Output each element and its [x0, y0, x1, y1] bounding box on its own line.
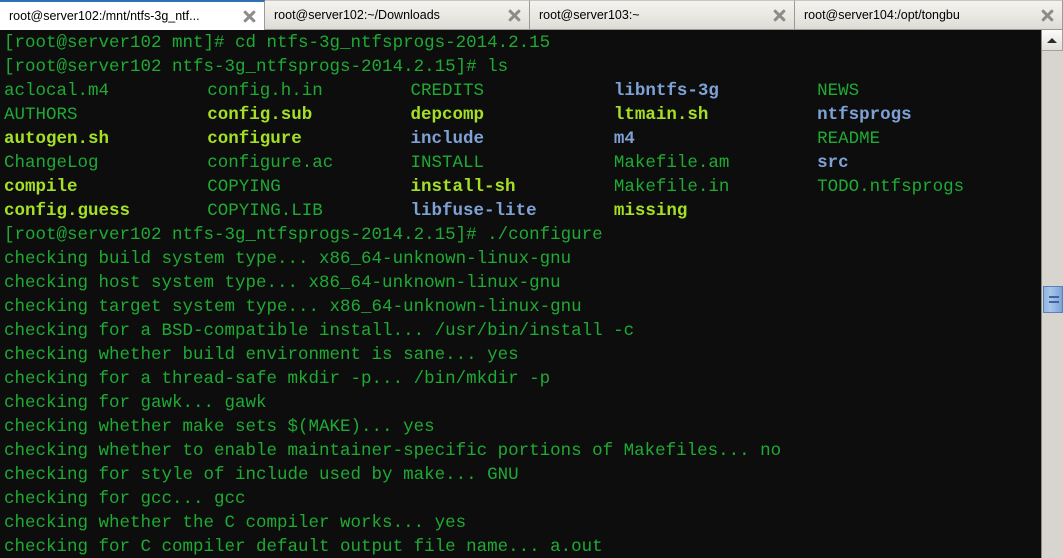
ls-output-row: compile COPYING install-sh Makefile.in TODO.… — [4, 175, 1041, 199]
scrollbar-thumb[interactable] — [1043, 286, 1063, 313]
close-icon[interactable] — [506, 7, 523, 24]
terminal-output-pane[interactable]: [root@server102 mnt]# cd ntfs-3g_ntfspro… — [0, 30, 1041, 558]
terminal-text: checking for gawk... gawk — [4, 393, 267, 413]
terminal-output-line: checking for gcc... gcc — [4, 487, 1041, 511]
ls-entry-dir: src — [817, 153, 849, 173]
ls-entry-file: Makefile.in — [613, 177, 730, 197]
tab-1[interactable]: root@server102:/mnt/ntfs-3g_ntf... — [0, 0, 265, 30]
ls-output-row: autogen.sh configure include m4 README — [4, 127, 1041, 151]
tab-label: root@server104:/opt/tongbu — [804, 8, 960, 22]
terminal-text: checking for style of include used by ma… — [4, 465, 519, 485]
grip-line — [1049, 296, 1059, 298]
ls-entry-exec: compile — [4, 177, 78, 197]
terminal-text: checking whether build environment is sa… — [4, 345, 519, 365]
grip-line — [1049, 301, 1059, 303]
scroll-up-button[interactable] — [1042, 30, 1063, 51]
ls-entry-dir: libntfs-3g — [613, 81, 719, 101]
terminal-text: checking for C compiler default output f… — [4, 537, 603, 557]
tab-label: root@server102:/mnt/ntfs-3g_ntf... — [9, 9, 200, 23]
terminal-output-line: checking host system type... x86_64-unkn… — [4, 271, 1041, 295]
ls-entry-exec: autogen.sh — [4, 129, 110, 149]
vertical-scrollbar[interactable] — [1041, 30, 1063, 558]
terminal-text: checking for a BSD-compatible install...… — [4, 321, 635, 341]
scrollbar-track[interactable] — [1042, 51, 1063, 558]
ls-output-row: config.guess COPYING.LIB libfuse-lite missi… — [4, 199, 1041, 223]
terminal-text: [root@server102 mnt]# cd ntfs-3g_ntfspro… — [4, 33, 551, 53]
terminal-text: checking target system type... x86_64-un… — [4, 297, 582, 317]
terminal-text: checking whether make sets $(MAKE)... ye… — [4, 417, 435, 437]
terminal-output-line: checking for C compiler default output f… — [4, 535, 1041, 558]
terminal-output-line: checking whether build environment is sa… — [4, 343, 1041, 367]
tab-label: root@server102:~/Downloads — [274, 8, 440, 22]
terminal-output-line: checking build system type... x86_64-unk… — [4, 247, 1041, 271]
ls-entry-exec: configure — [207, 129, 302, 149]
terminal-output-line: checking for style of include used by ma… — [4, 463, 1041, 487]
ls-entry-file: configure.ac — [207, 153, 334, 173]
ls-entry-file: README — [817, 129, 881, 149]
ls-entry-exec: config.sub — [207, 105, 313, 125]
ls-entry-dir: m4 — [613, 129, 635, 149]
ls-entry-exec: install-sh — [410, 177, 516, 197]
terminal-output-line: checking whether to enable maintainer-sp… — [4, 439, 1041, 463]
ls-output-row: ChangeLog configure.ac INSTALL Makefile.am s… — [4, 151, 1041, 175]
terminal-output-line: checking for a thread-safe mkdir -p... /… — [4, 367, 1041, 391]
terminal-output-line: checking for gawk... gawk — [4, 391, 1041, 415]
ls-entry-file: COPYING — [207, 177, 281, 197]
ls-entry-file: CREDITS — [410, 81, 485, 101]
terminal-output-line: checking for a BSD-compatible install...… — [4, 319, 1041, 343]
close-icon[interactable] — [241, 8, 258, 25]
ls-entry-dir: libfuse-lite — [410, 201, 537, 221]
terminal-output-line: checking whether make sets $(MAKE)... ye… — [4, 415, 1041, 439]
ls-entry-file: ChangeLog — [4, 153, 99, 173]
close-icon[interactable] — [771, 7, 788, 24]
ls-entry-file: AUTHORS — [4, 105, 78, 125]
ls-entry-exec: depcomp — [410, 105, 485, 125]
tab-3[interactable]: root@server103:~ — [530, 0, 795, 30]
tab-4[interactable]: root@server104:/opt/tongbu — [795, 0, 1063, 30]
ls-entry-dir: ntfsprogs — [817, 105, 912, 125]
terminal-output-line: checking target system type... x86_64-un… — [4, 295, 1041, 319]
tab-bar: root@server102:/mnt/ntfs-3g_ntf... root@s… — [0, 0, 1063, 30]
ls-entry-exec: config.guess — [4, 201, 131, 221]
terminal-prompt-line: [root@server102 ntfs-3g_ntfsprogs-2014.2… — [4, 55, 1041, 79]
ls-entry-file: INSTALL — [410, 153, 485, 173]
ls-output-row: AUTHORS config.sub depcomp ltmain.sh ntfspro… — [4, 103, 1041, 127]
tab-label: root@server103:~ — [539, 8, 640, 22]
ls-entry-dir: include — [410, 129, 485, 149]
ls-entry-file: COPYING.LIB — [207, 201, 323, 221]
terminal-text: [root@server102 ntfs-3g_ntfsprogs-2014.2… — [4, 225, 603, 245]
chevron-up-icon — [1047, 38, 1057, 43]
ls-entry-file: Makefile.am — [613, 153, 730, 173]
terminal-text: checking host system type... x86_64-unkn… — [4, 273, 561, 293]
terminal-window: root@server102:/mnt/ntfs-3g_ntf... root@s… — [0, 0, 1063, 558]
ls-entry-file: NEWS — [817, 81, 860, 101]
terminal-output-line: checking whether the C compiler works...… — [4, 511, 1041, 535]
ls-entry-exec: missing — [613, 201, 688, 221]
ls-entry-exec: ltmain.sh — [613, 105, 709, 125]
ls-entry-file: aclocal.m4 — [4, 81, 110, 101]
ls-entry-file: TODO.ntfsprogs — [817, 177, 965, 197]
ls-output-row: aclocal.m4 config.h.in CREDITS libntfs-3g NE… — [4, 79, 1041, 103]
terminal-prompt-line: [root@server102 mnt]# cd ntfs-3g_ntfspro… — [4, 31, 1041, 55]
terminal-text: checking build system type... x86_64-unk… — [4, 249, 572, 269]
close-icon[interactable] — [1039, 7, 1056, 24]
ls-entry-file: config.h.in — [207, 81, 323, 101]
terminal-text: checking whether the C compiler works...… — [4, 513, 467, 533]
terminal-text: checking whether to enable maintainer-sp… — [4, 441, 782, 461]
tab-2[interactable]: root@server102:~/Downloads — [265, 0, 530, 30]
terminal-text: [root@server102 ntfs-3g_ntfsprogs-2014.2… — [4, 57, 509, 77]
terminal-prompt-line: [root@server102 ntfs-3g_ntfsprogs-2014.2… — [4, 223, 1041, 247]
terminal-text: checking for gcc... gcc — [4, 489, 246, 509]
terminal-text: checking for a thread-safe mkdir -p... /… — [4, 369, 551, 389]
